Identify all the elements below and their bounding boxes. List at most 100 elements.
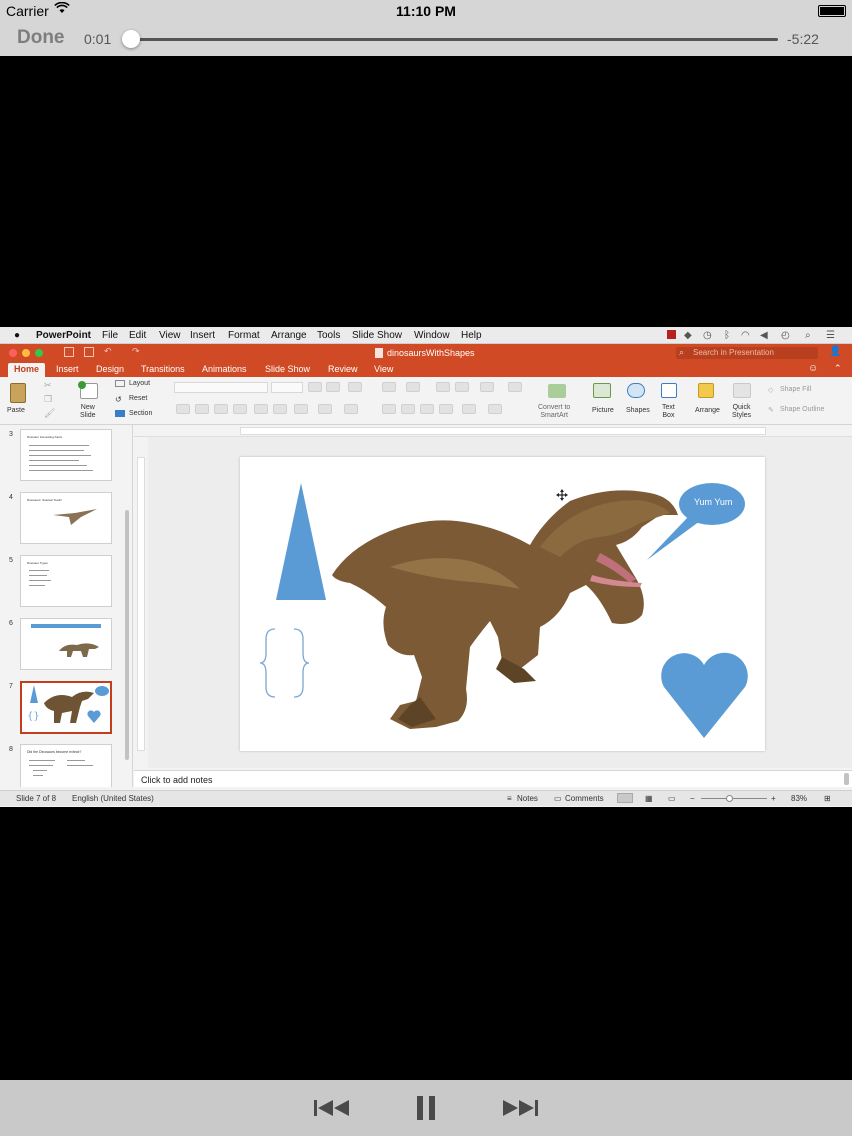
fit-to-window-icon[interactable]: ⊞ (824, 794, 831, 803)
tab-review[interactable]: Review (328, 364, 358, 374)
tab-insert[interactable]: Insert (56, 364, 79, 374)
normal-view-icon[interactable] (617, 793, 633, 803)
rewind-icon[interactable] (312, 1094, 352, 1122)
fast-forward-icon[interactable] (500, 1094, 540, 1122)
decrease-indent-icon[interactable] (436, 382, 450, 392)
shape-fill-button[interactable]: Shape Fill (780, 386, 811, 393)
menu-edit[interactable]: Edit (129, 330, 146, 341)
align-text-icon[interactable] (488, 404, 502, 414)
subscript-icon[interactable] (273, 404, 287, 414)
change-case-icon[interactable] (294, 404, 308, 414)
thumb-slide-7[interactable]: {} (20, 681, 112, 734)
section-button[interactable]: Section (129, 410, 152, 417)
zoom-slider-thumb[interactable] (726, 795, 733, 802)
justify-icon[interactable] (439, 404, 453, 414)
collapse-ribbon-icon[interactable]: ⌃ (834, 363, 842, 374)
menu-window[interactable]: Window (414, 330, 450, 341)
thumb-slide-3[interactable]: Dinosaur Interesting Facts (20, 429, 112, 481)
menu-help[interactable]: Help (461, 330, 482, 341)
save-icon[interactable] (84, 347, 94, 357)
done-button[interactable]: Done (17, 27, 65, 49)
underline-icon[interactable] (214, 404, 228, 414)
thumbnail-scrollbar[interactable] (125, 510, 129, 760)
speech-bubble-shape[interactable] (647, 483, 745, 560)
minimize-window-icon[interactable] (22, 349, 30, 357)
thumb-slide-4[interactable]: Dinosaurs: Scariest Teeth! (20, 492, 112, 544)
current-slide[interactable]: Yum Yum (240, 457, 765, 751)
superscript-icon[interactable] (254, 404, 268, 414)
redo-icon[interactable]: ↷ (132, 346, 140, 357)
quick-styles-icon[interactable] (733, 383, 751, 398)
text-direction-icon[interactable] (462, 404, 476, 414)
thumb-slide-8[interactable]: Did the Dinosaurs become extinct? (20, 744, 112, 787)
increase-indent-icon[interactable] (455, 382, 469, 392)
numbering-icon[interactable] (406, 382, 420, 392)
menu-slideshow[interactable]: Slide Show (352, 330, 402, 341)
columns-icon[interactable] (508, 382, 522, 392)
strikethrough-icon[interactable] (233, 404, 247, 414)
bullets-icon[interactable] (382, 382, 396, 392)
comments-button[interactable]: Comments (565, 794, 604, 803)
clear-format-icon[interactable] (348, 382, 362, 392)
reset-button[interactable]: Reset (129, 395, 147, 402)
highlight-icon[interactable] (318, 404, 332, 414)
menu-format[interactable]: Format (228, 330, 260, 341)
sidebar-toggle-icon[interactable] (64, 347, 74, 357)
copy-icon[interactable]: ❐ (44, 394, 52, 405)
menu-arrange[interactable]: Arrange (271, 330, 307, 341)
t-rex-image[interactable] (332, 490, 678, 729)
notes-toggle-button[interactable]: Notes (517, 794, 538, 803)
zoom-window-icon[interactable] (35, 349, 43, 357)
line-spacing-icon[interactable] (480, 382, 494, 392)
search-box[interactable]: ⌕ Search in Presentation (676, 347, 818, 359)
share-icon[interactable]: 👤 (829, 346, 841, 357)
shapes-icon[interactable] (627, 383, 645, 398)
zoom-out-icon[interactable]: − (690, 794, 695, 803)
arrange-icon[interactable] (698, 383, 714, 398)
undo-icon[interactable]: ↶ (104, 346, 112, 357)
pause-icon[interactable] (406, 1094, 446, 1122)
font-color-icon[interactable] (344, 404, 358, 414)
shrink-font-icon[interactable] (326, 382, 340, 392)
tab-animations[interactable]: Animations (202, 364, 247, 374)
scrubber-thumb[interactable] (122, 30, 140, 48)
reading-view-icon[interactable]: ▭ (668, 794, 676, 803)
app-menu[interactable]: PowerPoint (36, 330, 91, 341)
heart-shape[interactable] (661, 652, 748, 738)
menu-file[interactable]: File (102, 330, 118, 341)
format-painter-icon[interactable]: 🖌 (44, 408, 55, 419)
tab-slide-show[interactable]: Slide Show (265, 364, 310, 374)
tab-transitions[interactable]: Transitions (141, 364, 185, 374)
layout-button[interactable]: Layout (129, 380, 150, 387)
shape-outline-button[interactable]: Shape Outline (780, 406, 824, 413)
paste-icon[interactable] (10, 383, 26, 403)
notes-pane[interactable]: Click to add notes (134, 770, 852, 787)
notes-scrollbar[interactable] (844, 773, 849, 785)
menu-insert[interactable]: Insert (190, 330, 215, 341)
cut-icon[interactable]: ✂ (44, 380, 52, 391)
language-label[interactable]: English (United States) (72, 794, 154, 803)
zoom-slider-track[interactable] (701, 798, 767, 799)
brace-shape[interactable] (259, 628, 310, 698)
smiley-icon[interactable]: ☺ (808, 363, 818, 374)
picture-icon[interactable] (593, 383, 611, 398)
font-size-field[interactable] (271, 382, 303, 393)
text-box-icon[interactable] (661, 383, 677, 398)
align-left-icon[interactable] (382, 404, 396, 414)
scrubber-track[interactable] (130, 38, 778, 41)
italic-icon[interactable] (195, 404, 209, 414)
align-right-icon[interactable] (420, 404, 434, 414)
triangle-shape[interactable] (276, 483, 326, 600)
bold-icon[interactable] (176, 404, 190, 414)
tab-design[interactable]: Design (96, 364, 124, 374)
tab-home[interactable]: Home (8, 363, 46, 377)
close-window-icon[interactable] (9, 349, 17, 357)
smartart-icon[interactable] (548, 384, 566, 398)
grow-font-icon[interactable] (308, 382, 322, 392)
thumb-slide-6[interactable] (20, 618, 112, 670)
tab-view[interactable]: View (374, 364, 393, 374)
menu-tools[interactable]: Tools (317, 330, 340, 341)
align-center-icon[interactable] (401, 404, 415, 414)
menu-view[interactable]: View (159, 330, 181, 341)
font-name-field[interactable] (174, 382, 268, 393)
